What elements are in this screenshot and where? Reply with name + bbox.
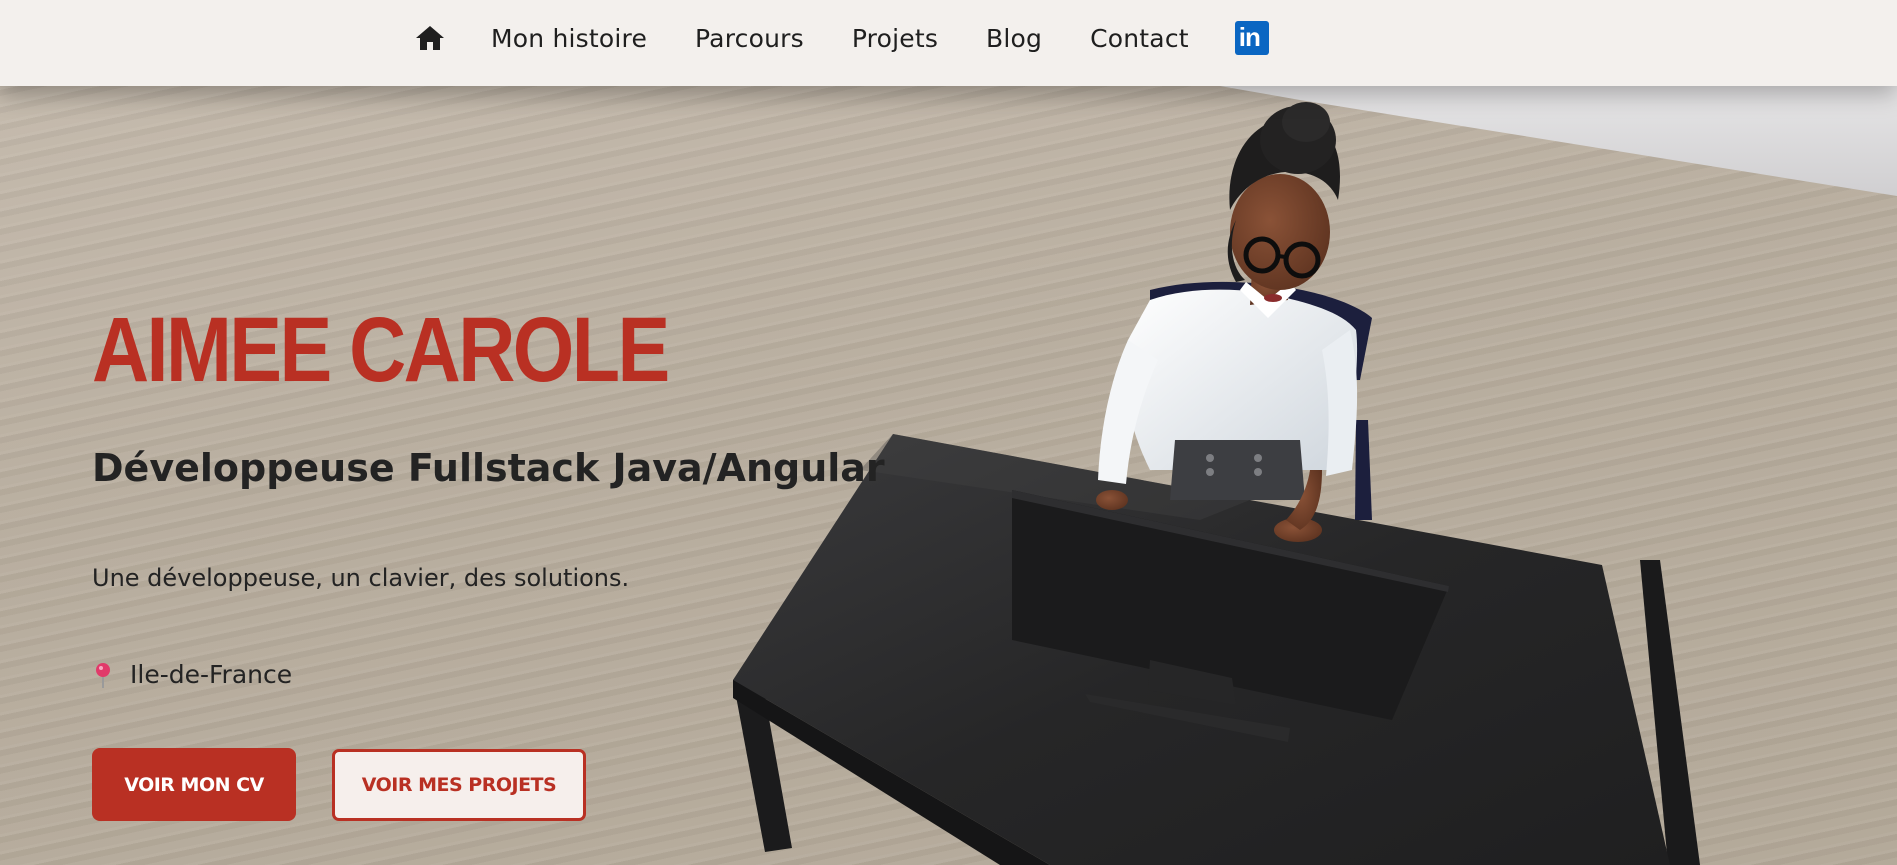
linkedin-icon-text: in — [1238, 22, 1261, 52]
hero-role: Développeuse Fullstack Java/Angular — [92, 446, 885, 490]
home-icon[interactable] — [415, 25, 445, 51]
linkedin-icon[interactable]: in — [1234, 21, 1269, 55]
nav-link-mon-histoire[interactable]: Mon histoire — [491, 24, 647, 53]
hero-name: AIMEE CAROLE — [92, 299, 670, 401]
hero-location: Ile-de-France — [92, 660, 292, 689]
top-navbar: Mon histoire Parcours Projets Blog Conta… — [0, 0, 1897, 86]
nav-menu: Mon histoire Parcours Projets Blog Conta… — [415, 0, 1269, 76]
nav-link-parcours[interactable]: Parcours — [695, 24, 804, 53]
nav-home-link[interactable] — [415, 23, 445, 53]
view-cv-button[interactable]: VOIR MON CV — [92, 748, 296, 821]
map-pin-icon — [96, 662, 110, 688]
location-text: Ile-de-France — [130, 660, 293, 689]
hero-background-scene — [0, 0, 1897, 865]
hero-tagline: Une développeuse, un clavier, des soluti… — [92, 564, 630, 592]
nav-link-contact[interactable]: Contact — [1090, 24, 1189, 53]
nav-link-projets[interactable]: Projets — [852, 24, 938, 53]
nav-link-blog[interactable]: Blog — [986, 24, 1042, 53]
view-projects-button[interactable]: VOIR MES PROJETS — [332, 749, 586, 821]
office-desk-illustration — [733, 86, 1897, 865]
